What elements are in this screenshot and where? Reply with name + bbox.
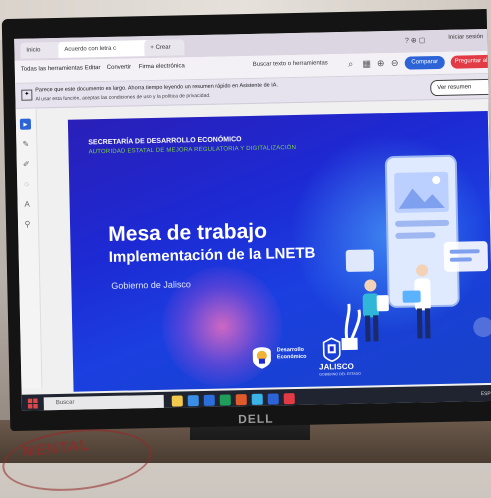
stamp-tool-icon[interactable]: ⚲ — [22, 219, 33, 230]
person-left-leg-2 — [373, 315, 379, 342]
phone-line-1 — [395, 219, 450, 227]
view-summary-button[interactable]: Ver resumen — [430, 78, 491, 97]
comment-tool-icon[interactable]: ✎ — [20, 139, 31, 150]
ai-notice-icon: ✦ — [21, 89, 33, 101]
menu-convert[interactable]: Convertir — [107, 64, 131, 71]
tab-document[interactable]: Acuerdo con letra c — [58, 39, 153, 58]
draw-tool-icon[interactable]: ◌ — [21, 179, 32, 190]
mail-icon[interactable] — [251, 393, 263, 405]
desarrollo-economico-logo — [252, 347, 271, 369]
monitor-brand-logo: DELL — [238, 411, 274, 427]
jalisco-sub-label: GOBIERNO DEL ESTADO — [319, 371, 361, 377]
teams-icon[interactable] — [267, 393, 279, 405]
window-controls-icon[interactable]: ? ⊕ ▢ — [405, 36, 425, 44]
laptop-icon — [402, 290, 421, 303]
desarrollo-economico-label: Desarrollo Económico — [277, 347, 307, 362]
logo1-line-2: Económico — [276, 353, 307, 361]
select-tool-icon[interactable]: ▸ — [19, 118, 32, 130]
excel-icon[interactable] — [219, 394, 231, 406]
menu-e-signature[interactable]: Firma electrónica — [139, 63, 185, 70]
notice-terms[interactable]: Al usar esta función, aceptas las condic… — [35, 93, 210, 103]
text-tool-icon[interactable]: A — [22, 199, 33, 210]
search-icon[interactable]: ⌕ — [345, 58, 357, 70]
screen: Inicio Acuerdo con letra c + Crear ? ⊕ ▢… — [14, 28, 491, 411]
notice-message: Parece que este documento es largo. Ahor… — [35, 82, 279, 94]
decor-circle — [473, 317, 491, 338]
taskbar-search-placeholder: Buscar — [55, 399, 75, 407]
acrobat-icon[interactable] — [283, 393, 295, 405]
collaboration-illustration — [341, 154, 491, 351]
presentation-slide: SECRETARÍA DE DESARROLLO ECONÓMICO AUTOR… — [67, 110, 491, 392]
slide-subtitle: Implementación de la LNETB — [108, 244, 316, 266]
phone-line-2 — [395, 232, 436, 239]
toolbar-search[interactable]: Buscar texto o herramientas — [253, 60, 328, 68]
menu-edit[interactable]: Editar — [85, 65, 101, 71]
person-right-leg-2 — [424, 308, 431, 339]
ask-ai-button[interactable]: Preguntar al — [450, 54, 491, 69]
jalisco-label: JALISCO — [319, 361, 354, 372]
code-card — [345, 249, 375, 272]
organization-subtitle: AUTORIDAD ESTATAL DE MEJORA REGULATORIA … — [88, 144, 297, 156]
tab-new[interactable]: + Crear — [144, 39, 185, 57]
floating-card — [443, 241, 489, 272]
person-left-body — [362, 293, 379, 318]
person-left-head — [364, 279, 377, 292]
monitor: DELL Inicio Acuerdo con letra c + Crear … — [1, 8, 491, 432]
taskbar-search-input[interactable]: Buscar — [43, 394, 164, 411]
menu-all-tools[interactable]: Todas las herramientas — [21, 65, 83, 72]
edge-icon[interactable] — [187, 395, 199, 407]
plant-pot — [341, 337, 358, 351]
slide-title: Mesa de trabajo — [108, 219, 268, 246]
word-icon[interactable] — [203, 394, 215, 406]
file-explorer-icon[interactable] — [171, 395, 183, 407]
windows-start-icon[interactable] — [27, 398, 38, 409]
print-icon[interactable]: ⊖ — [389, 57, 401, 69]
person-left-leg-1 — [365, 315, 371, 342]
grid-icon[interactable]: ▦ — [361, 57, 373, 69]
document-icon — [376, 295, 389, 312]
organization-title: SECRETARÍA DE DESARROLLO ECONÓMICO — [88, 136, 242, 147]
compare-button[interactable]: Comparar — [404, 55, 445, 70]
person-right-leg-1 — [416, 308, 423, 339]
jalisco-crest-logo — [322, 337, 341, 363]
left-tool-rail: ▸ ✎ ✐ ◌ A ⚲ — [15, 108, 43, 389]
card-line-1 — [449, 249, 480, 254]
government-label: Gobierno de Jalisco — [111, 279, 191, 291]
powerpoint-icon[interactable] — [235, 394, 247, 406]
globe-icon[interactable]: ⊕ — [375, 57, 387, 69]
card-line-2 — [449, 257, 472, 262]
highlight-tool-icon[interactable]: ✐ — [21, 159, 32, 170]
system-tray-language[interactable]: ESP — [481, 391, 491, 397]
sign-in-button[interactable]: Iniciar sesión — [448, 34, 483, 41]
